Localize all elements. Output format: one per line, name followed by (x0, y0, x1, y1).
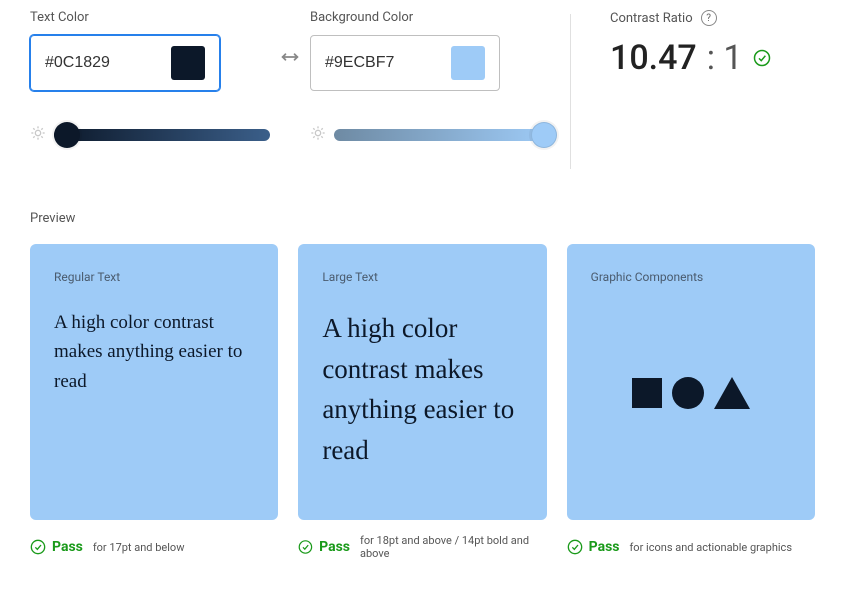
pass-label: Pass (319, 539, 350, 555)
ratio-number: 10.47 (610, 38, 697, 78)
sample-regular: A high color contrast makes anything eas… (54, 308, 254, 396)
pass-desc-large: for 18pt and above / 14pt bold and above (360, 534, 547, 560)
help-icon[interactable]: ? (701, 10, 717, 26)
background-color-swatch[interactable] (451, 46, 485, 80)
check-icon (298, 539, 313, 555)
brightness-icon (310, 125, 326, 145)
contrast-ratio-value: 10.47 : 1 (610, 38, 771, 78)
card-title-graphic: Graphic Components (591, 270, 791, 284)
background-lightness-slider[interactable] (334, 129, 550, 141)
result-large: Pass for 18pt and above / 14pt bold and … (298, 534, 546, 560)
preview-card-large: Large Text A high color contrast makes a… (298, 244, 546, 520)
text-lightness-slider[interactable] (54, 129, 270, 141)
preview-card-graphic: Graphic Components (567, 244, 815, 520)
card-title-large: Large Text (322, 270, 522, 284)
text-color-section: Text Color (30, 10, 270, 145)
check-icon (567, 539, 583, 555)
contrast-ratio-section: Contrast Ratio ? 10.47 : 1 (550, 10, 771, 78)
result-graphic: Pass for icons and actionable graphics (567, 534, 815, 560)
text-color-input[interactable] (45, 54, 155, 72)
result-regular: Pass for 17pt and below (30, 534, 278, 560)
preview-heading: Preview (30, 211, 815, 226)
triangle-icon (714, 377, 750, 409)
card-title-regular: Regular Text (54, 270, 254, 284)
text-color-label: Text Color (30, 10, 270, 25)
pass-label: Pass (52, 539, 83, 555)
text-lightness-thumb[interactable] (54, 122, 80, 148)
pass-desc-graphic: for icons and actionable graphics (629, 541, 792, 554)
check-icon (30, 539, 46, 555)
circle-icon (672, 377, 704, 409)
brightness-icon (30, 125, 46, 145)
square-icon (632, 378, 662, 408)
background-color-field[interactable] (310, 35, 500, 91)
ratio-suffix: : 1 (707, 38, 743, 78)
divider (570, 14, 571, 169)
preview-card-regular: Regular Text A high color contrast makes… (30, 244, 278, 520)
background-color-input[interactable] (325, 54, 435, 72)
background-lightness-thumb[interactable] (531, 122, 557, 148)
pass-label: Pass (589, 539, 620, 555)
text-color-swatch[interactable] (171, 46, 205, 80)
swap-colors-button[interactable] (270, 10, 310, 68)
check-icon (753, 49, 771, 67)
sample-large: A high color contrast makes anything eas… (322, 308, 522, 470)
text-color-field[interactable] (30, 35, 220, 91)
background-color-label: Background Color (310, 10, 550, 25)
contrast-ratio-label: Contrast Ratio (610, 11, 693, 26)
pass-desc-regular: for 17pt and below (93, 541, 185, 554)
background-color-section: Background Color (310, 10, 550, 145)
